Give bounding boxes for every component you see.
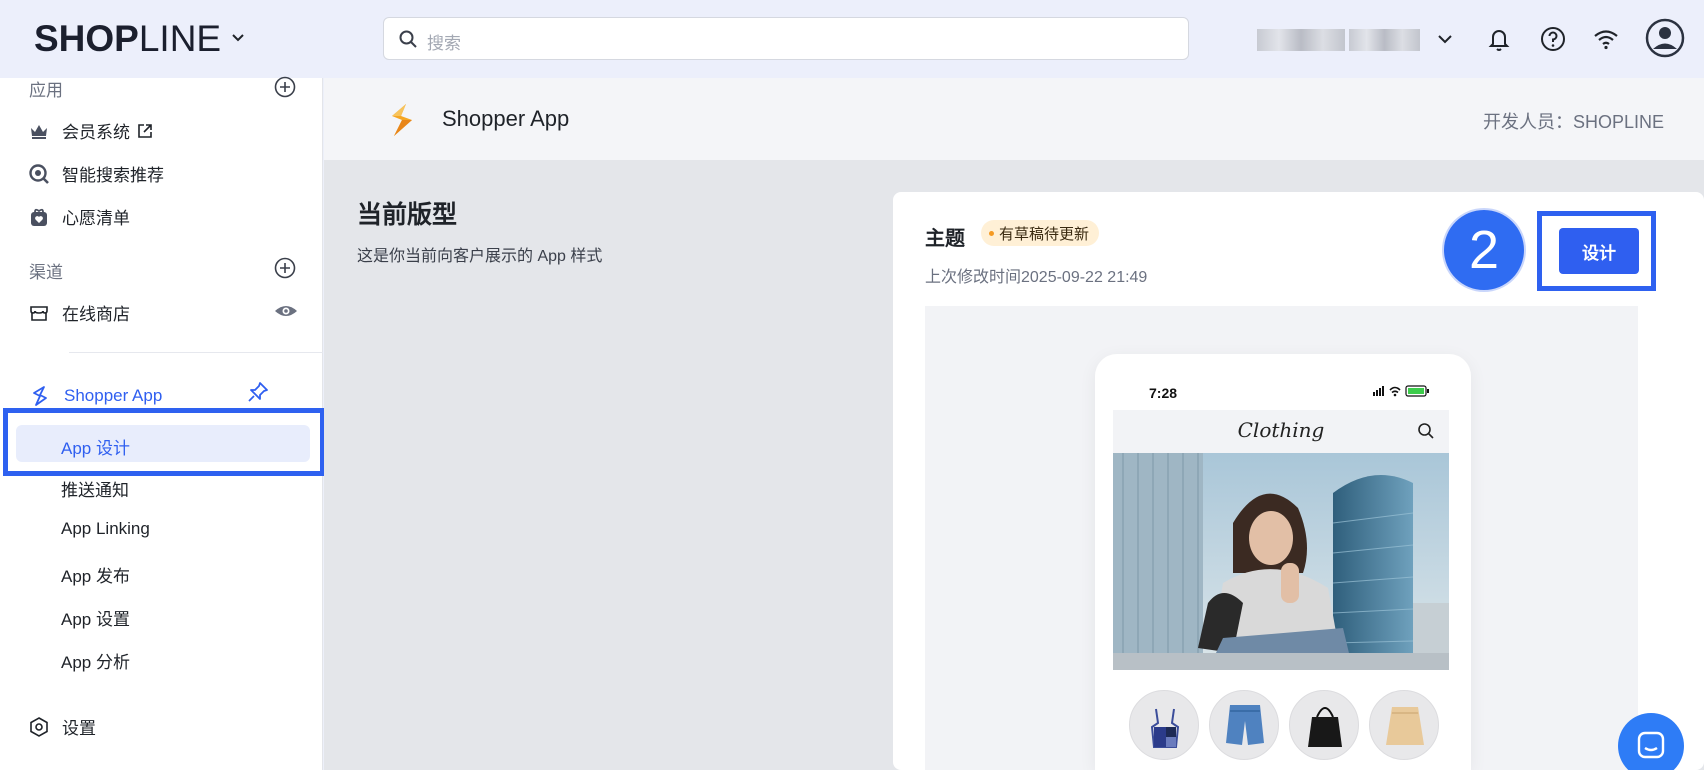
sidebar-item-wishlist[interactable]: 心愿清单	[28, 204, 130, 229]
hero-banner-image	[1113, 453, 1449, 670]
pin-icon[interactable]	[246, 380, 270, 404]
draft-status-badge: 有草稿待更新	[981, 220, 1100, 246]
external-link-icon	[138, 123, 152, 138]
developer-label: 开发人员：SHOPLINE	[1482, 112, 1664, 132]
shopline-logo[interactable]: SHOPLINE	[34, 18, 221, 60]
search-placeholder: 搜索	[427, 34, 461, 53]
theme-title: 主题	[925, 228, 965, 250]
shopper-app-icon	[33, 386, 47, 406]
chevron-down-icon[interactable]	[1430, 24, 1460, 54]
sidebar-divider	[69, 352, 323, 353]
add-channel-icon[interactable]	[274, 257, 296, 279]
chat-support-button[interactable]	[1618, 713, 1684, 770]
app-name: Shopper App	[442, 106, 570, 131]
search-icon	[1418, 423, 1434, 439]
step-marker-2: 2	[1444, 210, 1524, 290]
wifi-icon[interactable]	[1591, 24, 1621, 54]
sidebar-item-online-store[interactable]: 在线商店	[28, 300, 130, 325]
channels-section-header: 渠道	[29, 263, 63, 282]
current-theme-title: 当前版型	[357, 201, 458, 229]
add-app-icon[interactable]	[274, 76, 296, 98]
sidebar-item-shopper-app[interactable]: Shopper App	[28, 384, 162, 408]
last-modified-time: 上次修改时间2025-09-22 21:49	[925, 269, 1148, 286]
category-row	[1129, 690, 1439, 760]
category-item[interactable]	[1289, 690, 1359, 760]
highlight-box-design-button	[1537, 211, 1656, 291]
settings-icon	[30, 716, 48, 737]
denim-shorts-icon	[1226, 705, 1264, 745]
bell-icon[interactable]	[1484, 24, 1514, 54]
sidebar-item-label: 智能搜索推荐	[62, 166, 164, 185]
sidebar-item-label: 心愿清单	[62, 209, 130, 228]
sidebar-item-app-linking[interactable]: App Linking	[61, 519, 150, 539]
sidebar-item-smart-search[interactable]: 智能搜索推荐	[28, 161, 164, 186]
badge-label: 有草稿待更新	[999, 225, 1090, 243]
category-item[interactable]	[1209, 690, 1279, 760]
sidebar-item-label: 设置	[62, 719, 96, 738]
tote-bag-icon	[1308, 707, 1342, 747]
category-item[interactable]	[1369, 690, 1439, 760]
phone-nav-bar: Clothing	[1113, 410, 1449, 453]
avatar[interactable]	[1645, 18, 1685, 58]
current-theme-description: 这是你当前向客户展示的 App 样式	[357, 248, 603, 265]
sidebar-item-label: 在线商店	[62, 305, 130, 324]
search-input[interactable]: 搜索	[383, 17, 1189, 60]
sidebar-item-app-publish[interactable]: App 发布	[61, 562, 130, 587]
store-icon	[30, 305, 48, 321]
sidebar-item-push-notifications[interactable]: 推送通知	[61, 476, 129, 501]
crown-icon	[31, 124, 47, 139]
sidebar-item-app-settings[interactable]: App 设置	[61, 605, 130, 630]
help-icon[interactable]	[1538, 24, 1568, 54]
phone-mockup: 7:28 Clothing	[1095, 354, 1471, 770]
gift-heart-icon	[31, 208, 47, 226]
category-item[interactable]	[1129, 690, 1199, 760]
sidebar-item-membership[interactable]: 会员系统	[28, 118, 166, 143]
apps-section-header: 应用	[29, 81, 63, 100]
status-dot	[989, 230, 994, 236]
chat-icon	[1637, 731, 1665, 759]
smart-search-icon	[29, 163, 49, 184]
main-content: Shopper App 开发人员：SHOPLINE 当前版型 这是你当前向客户展…	[324, 78, 1704, 770]
search-icon	[399, 30, 417, 48]
camisole-icon	[1150, 708, 1180, 748]
eye-icon[interactable]	[274, 300, 298, 322]
highlight-box-app-design	[3, 408, 325, 476]
shopper-app-logo	[392, 104, 412, 136]
app-header: Shopper App 开发人员：SHOPLINE	[324, 78, 1704, 160]
account-name-blurred[interactable]	[1257, 29, 1420, 51]
skirt-icon	[1386, 707, 1424, 745]
phone-status-icons	[1373, 385, 1429, 397]
sidebar-item-label: Shopper App	[64, 386, 163, 405]
sidebar-item-label: 会员系统	[62, 123, 130, 142]
sidebar-item-settings[interactable]: 设置	[28, 714, 96, 739]
store-brand-name: Clothing	[1237, 418, 1325, 442]
phone-time: 7:28	[1149, 385, 1178, 401]
theme-preview: 7:28 Clothing	[925, 306, 1638, 770]
sidebar-item-app-analytics[interactable]: App 分析	[61, 648, 130, 673]
top-bar: SHOPLINE 搜索	[0, 0, 1704, 78]
chevron-down-icon[interactable]	[228, 28, 248, 48]
